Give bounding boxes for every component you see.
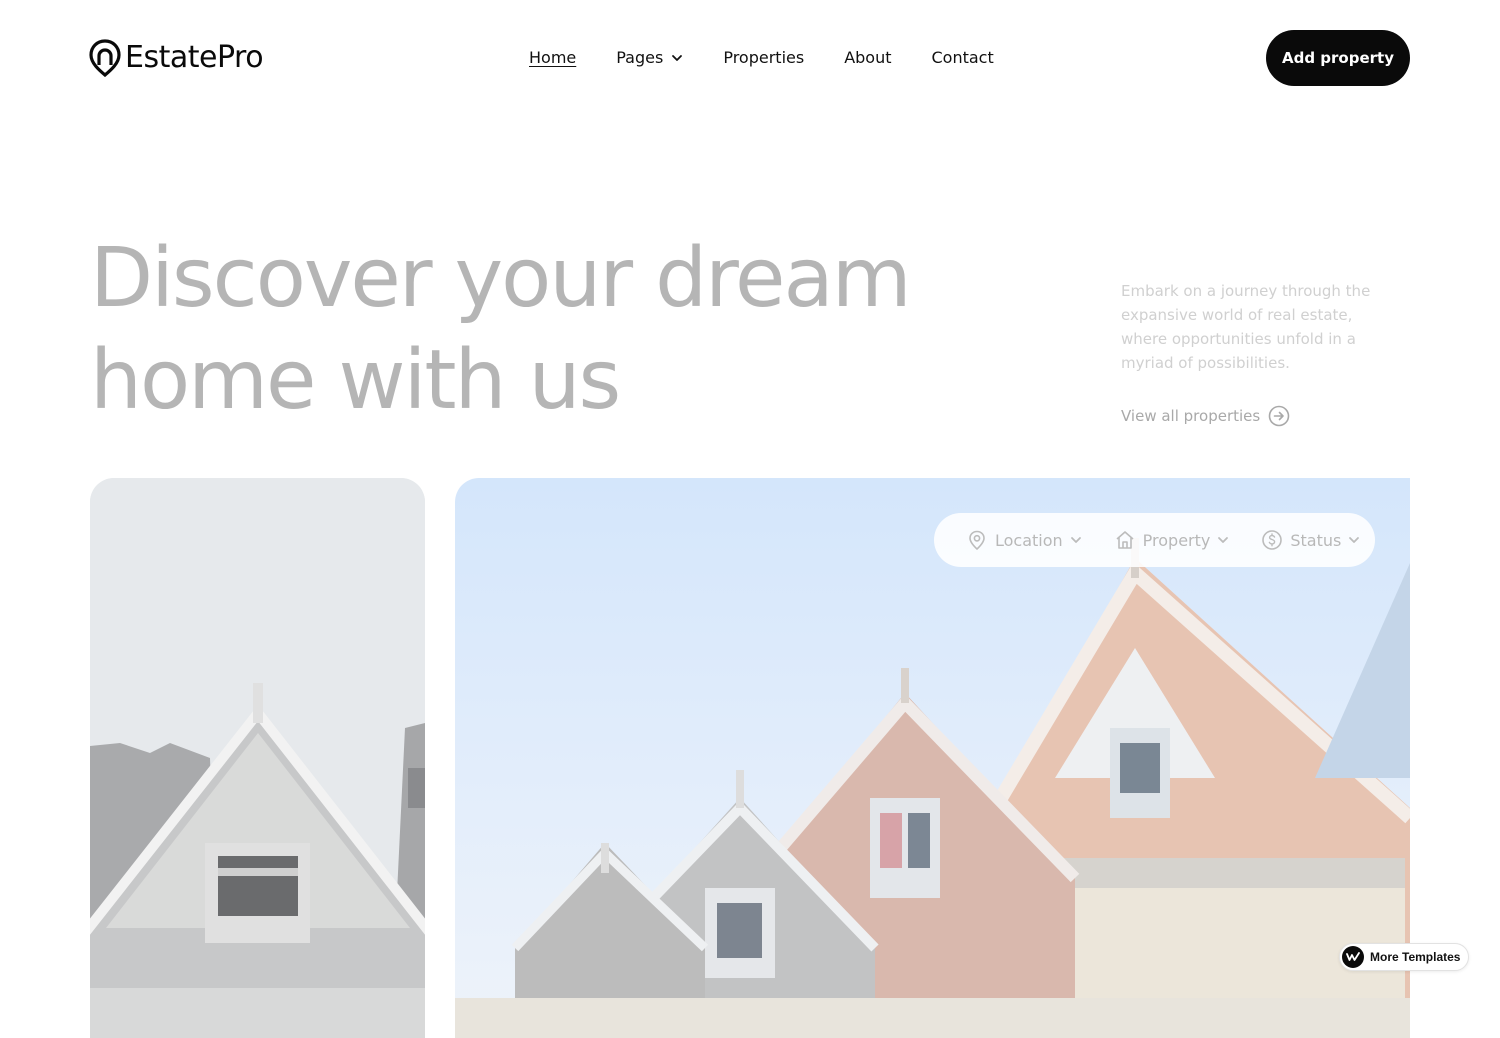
- nav-item-label: Properties: [723, 48, 805, 67]
- view-all-label: View all properties: [1121, 407, 1261, 425]
- chevron-down-icon: [1218, 537, 1229, 543]
- nav-item-about[interactable]: About: [844, 46, 891, 70]
- hero-description: Embark on a journey through the expansiv…: [1121, 282, 1371, 372]
- location-pin-logo-icon: [89, 39, 121, 77]
- main-nav: Home Pages Properties About Contact: [529, 46, 994, 70]
- webflow-logo-icon: [1342, 946, 1364, 968]
- home-icon: [1116, 531, 1134, 549]
- nav-item-properties[interactable]: Properties: [723, 46, 804, 70]
- view-all-properties-link[interactable]: View all properties: [1121, 405, 1290, 427]
- add-property-button[interactable]: Add property: [1266, 30, 1410, 86]
- chevron-down-icon: [672, 55, 683, 61]
- nav-item-label: About: [844, 48, 892, 67]
- filter-location-label: Location: [995, 530, 1063, 550]
- filter-location-dropdown[interactable]: Location: [966, 529, 1082, 551]
- nav-item-label: Home: [529, 48, 577, 67]
- more-templates-label: More Templates: [1370, 950, 1461, 964]
- filter-status-label: Status: [1290, 530, 1342, 550]
- dollar-circle-icon: [1262, 530, 1283, 550]
- filter-status-dropdown[interactable]: Status: [1261, 529, 1360, 551]
- hero-title: Discover your dream home with us: [90, 228, 990, 432]
- map-pin-icon: [969, 530, 985, 551]
- nav-item-contact[interactable]: Contact: [932, 46, 994, 70]
- filter-property-label: Property: [1142, 530, 1211, 550]
- nav-item-pages[interactable]: Pages: [616, 46, 683, 70]
- logo[interactable]: EstatePro: [89, 38, 264, 78]
- hero-title-line-2: home with us: [90, 333, 621, 428]
- property-filter-bar: Location Property Status: [934, 513, 1375, 567]
- property-image-secondary[interactable]: [90, 478, 425, 1038]
- arrow-right-circle-icon: [1268, 405, 1290, 427]
- house-illustration: [90, 478, 425, 1038]
- brand-name: EstatePro: [125, 40, 264, 75]
- chevron-down-icon: [1070, 537, 1081, 543]
- hero-title-line-1: Discover your dream: [90, 231, 912, 326]
- nav-item-home[interactable]: Home: [529, 46, 576, 70]
- filter-property-dropdown[interactable]: Property: [1114, 529, 1230, 551]
- nav-item-label: Contact: [931, 48, 994, 67]
- chevron-down-icon: [1349, 537, 1360, 543]
- nav-item-label: Pages: [616, 48, 664, 67]
- more-templates-badge[interactable]: More Templates: [1339, 943, 1469, 971]
